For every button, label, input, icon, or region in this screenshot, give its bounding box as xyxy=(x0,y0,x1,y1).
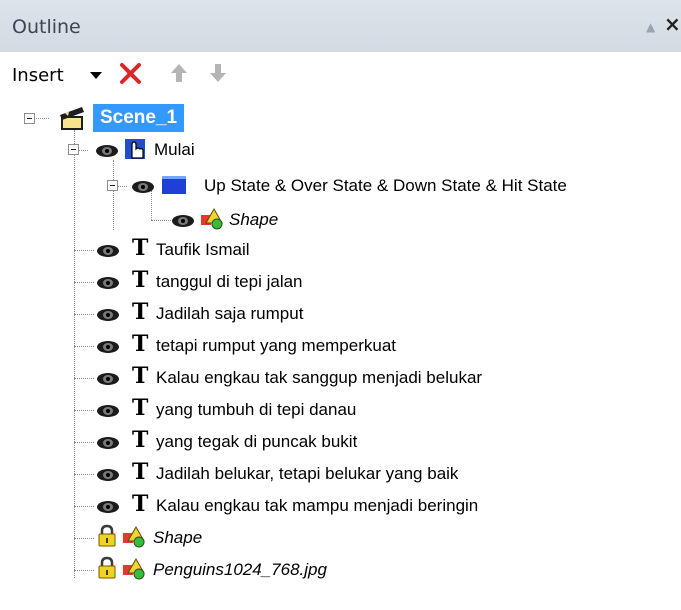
clapperboard-icon xyxy=(60,107,84,130)
text-type-icon: T xyxy=(132,395,149,421)
outline-toolbar: Insert xyxy=(0,52,681,96)
shape-icon xyxy=(123,525,145,548)
tree-node-text[interactable]: Jadilah saja rumput xyxy=(156,304,303,324)
lock-icon[interactable] xyxy=(97,556,117,580)
text-type-icon: T xyxy=(132,331,149,357)
state-frame-icon xyxy=(162,176,186,194)
text-type-icon: T xyxy=(132,299,149,325)
scene-node[interactable]: Scene_1 xyxy=(93,104,185,132)
eye-icon[interactable] xyxy=(95,336,121,356)
text-type-icon: T xyxy=(132,235,149,261)
collapse-button-toggle[interactable] xyxy=(68,144,79,155)
button-symbol-icon xyxy=(125,139,145,159)
text-type-icon: T xyxy=(132,491,149,517)
pin-icon[interactable]: ▲ xyxy=(646,20,655,34)
eye-icon[interactable] xyxy=(94,140,120,160)
eye-icon[interactable] xyxy=(95,496,121,516)
insert-dropdown-icon[interactable] xyxy=(90,72,102,79)
text-type-icon: T xyxy=(132,427,149,453)
tree-node-text[interactable]: tanggul di tepi jalan xyxy=(156,272,303,292)
tree-node-text[interactable]: Kalau engkau tak sanggup menjadi belukar xyxy=(156,368,482,388)
tree-node-text[interactable]: Jadilah belukar, tetapi belukar yang bai… xyxy=(156,464,458,484)
lock-icon[interactable] xyxy=(97,524,117,548)
move-up-icon[interactable] xyxy=(168,62,190,84)
eye-icon[interactable] xyxy=(95,464,121,484)
shape-icon xyxy=(123,557,145,580)
eye-icon[interactable] xyxy=(170,210,196,230)
delete-icon[interactable] xyxy=(117,60,145,88)
tree-node-locked-shape[interactable]: Shape xyxy=(153,528,202,548)
eye-icon[interactable] xyxy=(95,272,121,292)
text-type-icon: T xyxy=(132,267,149,293)
tree-node-states[interactable]: Up State & Over State & Down State & Hit… xyxy=(204,176,567,196)
tree-node-image[interactable]: Penguins1024_768.jpg xyxy=(153,560,327,580)
eye-icon[interactable] xyxy=(95,432,121,452)
tree-node-text[interactable]: yang tegak di puncak bukit xyxy=(156,432,357,452)
tree-node-text[interactable]: yang tumbuh di tepi danau xyxy=(156,400,356,420)
eye-icon[interactable] xyxy=(130,176,156,196)
tree-node-button[interactable]: Mulai xyxy=(154,140,195,160)
shape-icon xyxy=(201,207,223,230)
tree-node-shape[interactable]: Shape xyxy=(229,210,278,230)
eye-icon[interactable] xyxy=(95,368,121,388)
move-down-icon[interactable] xyxy=(207,62,229,84)
collapse-scene-toggle[interactable] xyxy=(24,113,35,124)
tree-node-text[interactable]: Kalau engkau tak mampu menjadi beringin xyxy=(156,496,478,516)
panel-header: Outline ▲ × xyxy=(0,0,681,52)
text-type-icon: T xyxy=(132,363,149,389)
panel-title: Outline xyxy=(12,16,81,38)
close-icon[interactable]: × xyxy=(664,12,681,36)
tree-node-text[interactable]: Taufik Ismail xyxy=(156,240,250,260)
insert-button[interactable]: Insert xyxy=(12,65,64,86)
collapse-states-toggle[interactable] xyxy=(107,180,118,191)
eye-icon[interactable] xyxy=(95,240,121,260)
outline-tree: Scene_1 Mulai Up State & Over State & Do… xyxy=(0,96,681,610)
eye-icon[interactable] xyxy=(95,400,121,420)
text-type-icon: T xyxy=(132,459,149,485)
tree-node-text[interactable]: tetapi rumput yang memperkuat xyxy=(156,336,396,356)
eye-icon[interactable] xyxy=(95,304,121,324)
